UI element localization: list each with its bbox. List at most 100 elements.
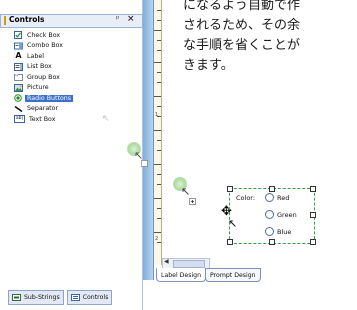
description-line: な手順を省くことが — [183, 38, 301, 53]
textbox-icon: ab| — [14, 115, 25, 124]
ruler-tick — [154, 164, 161, 165]
ruler-tick — [154, 198, 161, 199]
groupbox-icon: xy — [14, 73, 23, 82]
radio-option-label: Red — [277, 193, 290, 202]
tool-label: Radio Buttons — [25, 94, 74, 102]
ruler-tick — [157, 10, 161, 11]
tool-radio-buttons[interactable]: Radio Buttons — [14, 93, 140, 104]
title-accent-bar — [4, 16, 6, 25]
tool-label: Group Box — [27, 73, 60, 81]
radio-option-label: Blue — [277, 227, 292, 236]
resize-handle[interactable] — [269, 239, 275, 245]
tool-separator[interactable]: Separator — [14, 104, 140, 115]
listbox-icon — [14, 62, 23, 71]
ruler-tick — [157, 40, 161, 41]
svg-text:xy: xy — [15, 73, 19, 77]
resize-handle[interactable] — [310, 212, 316, 218]
ruler-tick — [154, 96, 161, 97]
tool-label: Label — [27, 52, 44, 60]
ruler-number: 1 — [155, 112, 159, 118]
close-icon[interactable]: × — [127, 14, 135, 24]
resize-handle[interactable] — [310, 239, 316, 245]
ruler-tick — [157, 174, 161, 175]
sub-strings-icon — [12, 294, 21, 301]
tool-label: Picture — [27, 84, 49, 92]
ruler-tick — [157, 184, 161, 185]
tool-label: Check Box — [27, 31, 61, 39]
resize-handle[interactable] — [310, 186, 316, 192]
pin-icon[interactable]: ᵖ — [116, 14, 119, 23]
tab-controls[interactable]: Controls — [66, 290, 113, 305]
description-text: になるよう自動で作 されるため、その余 な手順を省くことが きます。 — [183, 0, 357, 76]
radio-circle-icon — [265, 210, 274, 219]
radio-option-blue[interactable]: Blue — [265, 227, 291, 236]
ruler-tick — [157, 82, 161, 83]
ruler-number: 2 — [155, 236, 159, 242]
panel-bottom-tabs: Sub-Strings Controls — [8, 290, 140, 305]
tab-label: Controls — [82, 294, 109, 301]
ruler-tick — [157, 150, 161, 151]
tool-label: List Box — [27, 63, 52, 71]
scroll-thumb[interactable] — [173, 260, 205, 268]
ruler-tick — [157, 140, 161, 141]
resize-handle[interactable] — [227, 239, 233, 245]
ruler-tick — [157, 106, 161, 107]
combobox-icon — [14, 42, 23, 50]
description-line: きます。 — [183, 58, 234, 73]
ruler-tick — [157, 20, 161, 21]
tab-label: Sub-Strings — [24, 294, 60, 301]
tool-combo-box[interactable]: Combo Box — [14, 41, 140, 52]
description-line: されるため、その余 — [183, 18, 301, 33]
ruler-tick — [157, 72, 161, 73]
radio-option-red[interactable]: Red — [265, 193, 289, 202]
ruler-tick — [157, 208, 161, 209]
tool-group-box[interactable]: xy Group Box — [14, 72, 140, 83]
designer-side-strip — [143, 0, 154, 280]
controls-icon — [70, 294, 80, 301]
tab-prompt-design[interactable]: Prompt Design — [205, 268, 261, 282]
tab-sub-strings[interactable]: Sub-Strings — [8, 290, 64, 305]
radio-option-green[interactable]: Green — [265, 210, 297, 219]
label-icon: A — [15, 51, 22, 61]
drag-cursor-icon: ↖ — [181, 185, 191, 198]
controls-panel: Controls ᵖ × Check Box Combo Box A Label… — [0, 0, 143, 310]
ruler-tick — [157, 50, 161, 51]
description-line: になるよう自動で作 — [183, 0, 301, 13]
resize-handle[interactable] — [269, 186, 275, 192]
picture-icon — [14, 83, 23, 92]
radio-button-group[interactable]: Color: Red Green Blue — [227, 186, 316, 245]
resize-handle[interactable] — [227, 186, 233, 192]
drag-copy-icon — [141, 160, 148, 167]
ruler-tick — [154, 62, 161, 63]
label-designer: 1 2 ◀ Label Design Prompt Design になるよう自動… — [143, 0, 357, 310]
radio-circle-icon — [265, 193, 274, 202]
checkbox-icon — [14, 31, 23, 40]
radio-circle-icon — [265, 227, 274, 236]
drag-copy-icon — [189, 198, 196, 205]
tool-list-box[interactable]: List Box — [14, 62, 140, 73]
tool-label: Separator — [27, 105, 59, 113]
ruler-tick — [154, 30, 161, 31]
radio-icon — [14, 94, 23, 103]
scroll-left-icon[interactable]: ◀ — [164, 258, 169, 265]
radio-option-label: Green — [277, 210, 297, 219]
pointer-cursor-icon: ↖ — [102, 114, 110, 124]
tool-label-control[interactable]: A Label — [14, 51, 140, 62]
panel-title: Controls — [9, 15, 45, 24]
tool-list: Check Box Combo Box A Label List Box xy … — [14, 30, 140, 125]
ruler-tick — [157, 242, 161, 243]
ruler-tick — [157, 218, 161, 219]
designer-tabs: Label Design Prompt Design — [156, 268, 261, 282]
tool-picture[interactable]: Picture — [14, 83, 140, 94]
tool-text-box[interactable]: ab| Text Box — [14, 114, 140, 125]
panel-title-bar: Controls ᵖ × — [0, 14, 143, 28]
vertical-ruler: 1 2 — [154, 0, 162, 265]
ruler-tick — [154, 232, 161, 233]
ruler-tick — [154, 130, 161, 131]
tool-check-box[interactable]: Check Box — [14, 30, 140, 41]
separator-icon — [14, 105, 23, 113]
tool-label: Text Box — [29, 115, 56, 123]
tool-label: Combo Box — [27, 42, 63, 50]
radio-group-label: Color: — [236, 194, 256, 202]
tab-label-design[interactable]: Label Design — [156, 268, 207, 282]
